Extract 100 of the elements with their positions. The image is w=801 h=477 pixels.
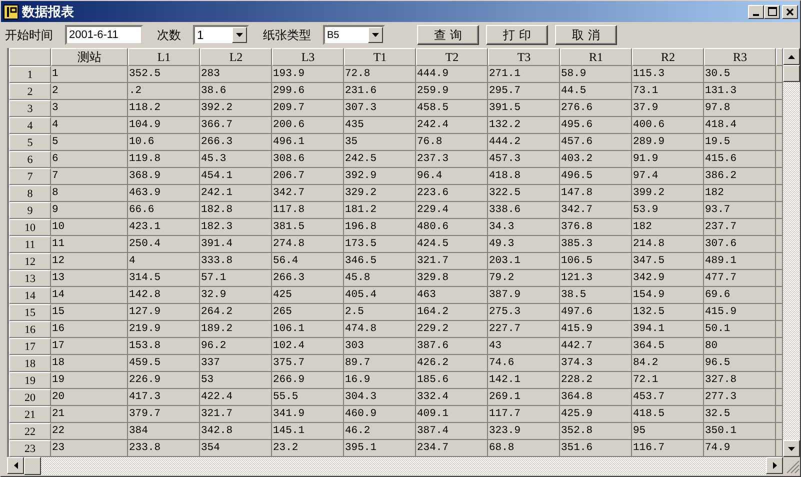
column-header[interactable]: L2 <box>200 48 272 66</box>
scroll-thumb[interactable] <box>783 65 800 82</box>
table-cell: 337 <box>200 355 272 372</box>
table-cell: 37.9 <box>632 100 704 117</box>
table-cell: 154.9 <box>632 287 704 304</box>
close-button[interactable] <box>782 4 798 18</box>
scroll-up-button[interactable] <box>783 48 800 65</box>
row-header[interactable]: 18 <box>9 355 51 372</box>
toolbar-button[interactable]: 查 询 <box>417 25 479 45</box>
table-cell: 53.9 <box>632 202 704 219</box>
paper-type-label: 纸张类型 <box>263 26 311 44</box>
row-header[interactable]: 8 <box>9 185 51 202</box>
table-cell: 22 <box>51 423 128 440</box>
table-cell: 460.9 <box>344 406 416 423</box>
scroll-thumb[interactable] <box>24 457 41 475</box>
right-arrow-icon <box>772 462 776 469</box>
row-header[interactable]: 17 <box>9 338 51 355</box>
table-cell: 234.7 <box>416 440 488 457</box>
table-cell: 374.3 <box>560 355 632 372</box>
table-cell: 265 <box>272 304 344 321</box>
table-cell: 480.6 <box>416 219 488 236</box>
scroll-down-button[interactable] <box>783 440 800 457</box>
row-header[interactable]: 3 <box>9 100 51 117</box>
table-cell: 20 <box>51 389 128 406</box>
table-cell: 118.2 <box>128 100 200 117</box>
minimize-button[interactable] <box>748 4 764 18</box>
row-header[interactable]: 21 <box>9 406 51 423</box>
row-header[interactable]: 13 <box>9 270 51 287</box>
table-cell: 53 <box>200 372 272 389</box>
table-cell: 182 <box>632 219 704 236</box>
row-header[interactable]: 4 <box>9 117 51 134</box>
table-cell: 104.9 <box>128 117 200 134</box>
table-cell: 295.7 <box>488 83 560 100</box>
table-cell: 73.1 <box>632 83 704 100</box>
column-header[interactable]: L1 <box>128 48 200 66</box>
table-cell: 384 <box>128 423 200 440</box>
table-cell: 275.3 <box>488 304 560 321</box>
column-header[interactable]: R2 <box>632 48 704 66</box>
table-cell: 307.3 <box>344 100 416 117</box>
table-cell: 453.7 <box>632 389 704 406</box>
table-cell: 289.9 <box>632 134 704 151</box>
table-cell: 375.7 <box>272 355 344 372</box>
table-cell: 3 <box>51 100 128 117</box>
column-header[interactable]: T3 <box>488 48 560 66</box>
corner-header <box>9 48 51 66</box>
row-header[interactable]: 23 <box>9 440 51 457</box>
table-cell: .2 <box>128 83 200 100</box>
table-cell: 338.6 <box>488 202 560 219</box>
column-header[interactable]: T1 <box>344 48 416 66</box>
table-cell: 269.1 <box>488 389 560 406</box>
row-header[interactable]: 20 <box>9 389 51 406</box>
row-header[interactable]: 2 <box>9 83 51 100</box>
row-header[interactable]: 7 <box>9 168 51 185</box>
table-cell: 117.7 <box>488 406 560 423</box>
row-header[interactable]: 6 <box>9 151 51 168</box>
row-header[interactable]: 11 <box>9 236 51 253</box>
row-header[interactable]: 10 <box>9 219 51 236</box>
table-cell: 38.6 <box>200 83 272 100</box>
scroll-left-button[interactable] <box>7 457 24 474</box>
column-header[interactable]: R1 <box>560 48 632 66</box>
toolbar-button[interactable]: 取 消 <box>555 25 617 45</box>
table-cell: 395.1 <box>344 440 416 457</box>
row-header[interactable]: 16 <box>9 321 51 338</box>
table-cell: 30.5 <box>704 66 776 83</box>
row-header[interactable]: 5 <box>9 134 51 151</box>
table-cell: 119.8 <box>128 151 200 168</box>
table-cell: 58.9 <box>560 66 632 83</box>
table-cell: 93.7 <box>704 202 776 219</box>
table-cell: 342.9 <box>632 270 704 287</box>
table-cell: 242.4 <box>416 117 488 134</box>
table-cell: 496.5 <box>560 168 632 185</box>
paper-type-dropdown[interactable]: B5 <box>323 25 385 45</box>
column-header[interactable]: L3 <box>272 48 344 66</box>
row-header[interactable]: 14 <box>9 287 51 304</box>
table-cell: 415.9 <box>560 321 632 338</box>
column-header[interactable]: R3 <box>704 48 776 66</box>
count-dropdown[interactable]: 1 <box>193 25 249 45</box>
table-cell: 304.3 <box>344 389 416 406</box>
table-cell: 46.2 <box>344 423 416 440</box>
row-header[interactable]: 9 <box>9 202 51 219</box>
table-cell: 425.9 <box>560 406 632 423</box>
table-cell: 477.7 <box>704 270 776 287</box>
table-cell: 145.1 <box>272 423 344 440</box>
toolbar-button[interactable]: 打 印 <box>486 25 548 45</box>
table-cell: 457.6 <box>560 134 632 151</box>
table-cell: 392.9 <box>344 168 416 185</box>
table-cell: 1 <box>51 66 128 83</box>
row-header[interactable]: 22 <box>9 423 51 440</box>
scroll-right-button[interactable] <box>766 457 783 474</box>
maximize-button[interactable] <box>764 4 780 18</box>
table-cell: 206.7 <box>272 168 344 185</box>
table-cell: 229.4 <box>416 202 488 219</box>
column-header[interactable]: 测站 <box>51 48 128 66</box>
column-header[interactable]: T2 <box>416 48 488 66</box>
row-header[interactable]: 12 <box>9 253 51 270</box>
table-cell: 352.8 <box>560 423 632 440</box>
row-header[interactable]: 15 <box>9 304 51 321</box>
row-header[interactable]: 19 <box>9 372 51 389</box>
row-header[interactable]: 1 <box>9 66 51 83</box>
start-time-field[interactable]: 2001-6-11 <box>65 25 143 45</box>
